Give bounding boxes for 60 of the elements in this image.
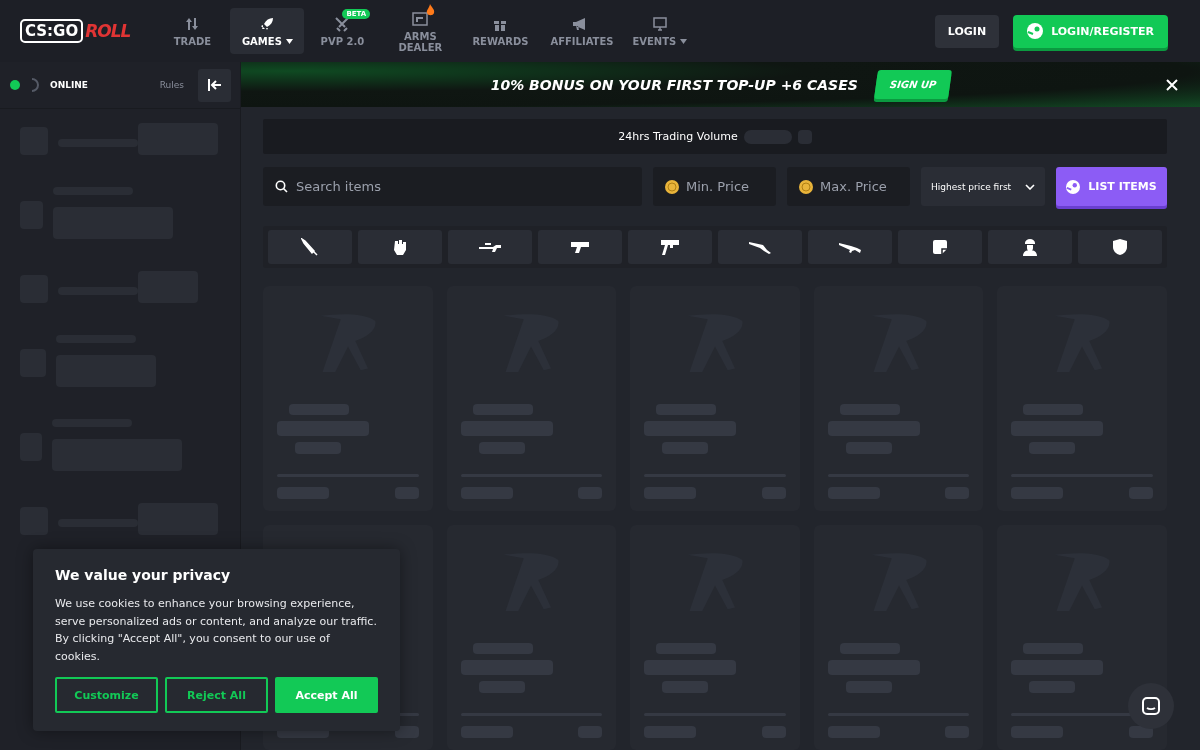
cookie-button[interactable]: Reject All: [165, 677, 268, 713]
spinner-icon: [30, 78, 40, 92]
max-price-field[interactable]: Max. Price: [787, 167, 910, 206]
rocket-icon: [260, 17, 275, 31]
pistol-icon: [570, 240, 590, 254]
coin-icon: [665, 180, 679, 194]
collapse-sidebar-button[interactable]: [198, 68, 231, 102]
category-button[interactable]: [448, 230, 532, 264]
knife-icon: [301, 238, 319, 256]
search-field[interactable]: Search items: [263, 167, 642, 206]
trading-volume-label: 24hrs Trading Volume: [618, 130, 738, 143]
category-button[interactable]: [538, 230, 622, 264]
category-button[interactable]: [718, 230, 802, 264]
nav-item[interactable]: EVENTS: [622, 8, 698, 54]
category-button[interactable]: [268, 230, 352, 264]
nav-item[interactable]: REWARDS: [462, 8, 539, 54]
steam-icon: [1066, 179, 1081, 194]
category-button[interactable]: [358, 230, 442, 264]
nav-item[interactable]: TRADE: [156, 8, 229, 54]
banner-text: 10% BONUS ON YOUR FIRST TOP-UP +6 CASES: [490, 76, 858, 93]
monitor-icon: [652, 17, 667, 31]
login-button[interactable]: LOGIN: [934, 14, 1000, 48]
category-button[interactable]: [1078, 230, 1162, 264]
logo-text: ROLL: [85, 21, 132, 41]
coin-icon: [799, 180, 813, 194]
search-icon: [275, 180, 288, 193]
swords-icon: [334, 16, 351, 32]
shotgun-icon: [749, 240, 771, 254]
glove-icon: [392, 238, 408, 256]
collapse-icon: [207, 79, 222, 91]
sort-arrows-icon: [185, 17, 200, 31]
list-items-button[interactable]: LIST ITEMS: [1056, 167, 1167, 206]
rules-link[interactable]: Rules: [159, 80, 184, 90]
category-button[interactable]: [988, 230, 1072, 264]
submachine-gun-icon: [660, 238, 680, 256]
close-icon[interactable]: [1166, 79, 1178, 91]
skeleton-bar: [394, 726, 419, 738]
min-price-field[interactable]: Min. Price: [653, 167, 776, 206]
steam-icon: [1027, 23, 1044, 39]
soldier-icon: [1022, 238, 1038, 256]
chat-icon: [1142, 697, 1160, 715]
category-button[interactable]: [628, 230, 712, 264]
frame-icon: [412, 11, 429, 26]
nav-item[interactable]: GAMES: [230, 8, 305, 54]
cookie-text: We use cookies to enhance your browsing experience, serve personalized ads or content, and analyze our traffic. By clicking "Accept All", you consent to our use of cookies.: [55, 596, 378, 665]
logo-text: CS:GO: [20, 19, 84, 43]
nav-item[interactable]: AFFILIATES: [540, 8, 621, 54]
cookie-button[interactable]: Customize: [55, 677, 158, 713]
cookie-title: We value your privacy: [55, 567, 232, 583]
logo[interactable]: CS:GO ROLL: [20, 19, 133, 43]
category-button[interactable]: [898, 230, 982, 264]
category-button[interactable]: [808, 230, 892, 264]
sniper-rifle-icon: [479, 241, 501, 253]
online-label: ONLINE: [50, 80, 88, 90]
shield-icon: [1113, 239, 1127, 255]
chevron-down-icon: [1025, 183, 1035, 190]
nav-item[interactable]: ARMS DEALER: [380, 8, 461, 54]
rifle-icon: [839, 240, 861, 254]
sticker-icon: [932, 239, 948, 255]
sort-dropdown[interactable]: Highest price first: [921, 167, 1045, 206]
